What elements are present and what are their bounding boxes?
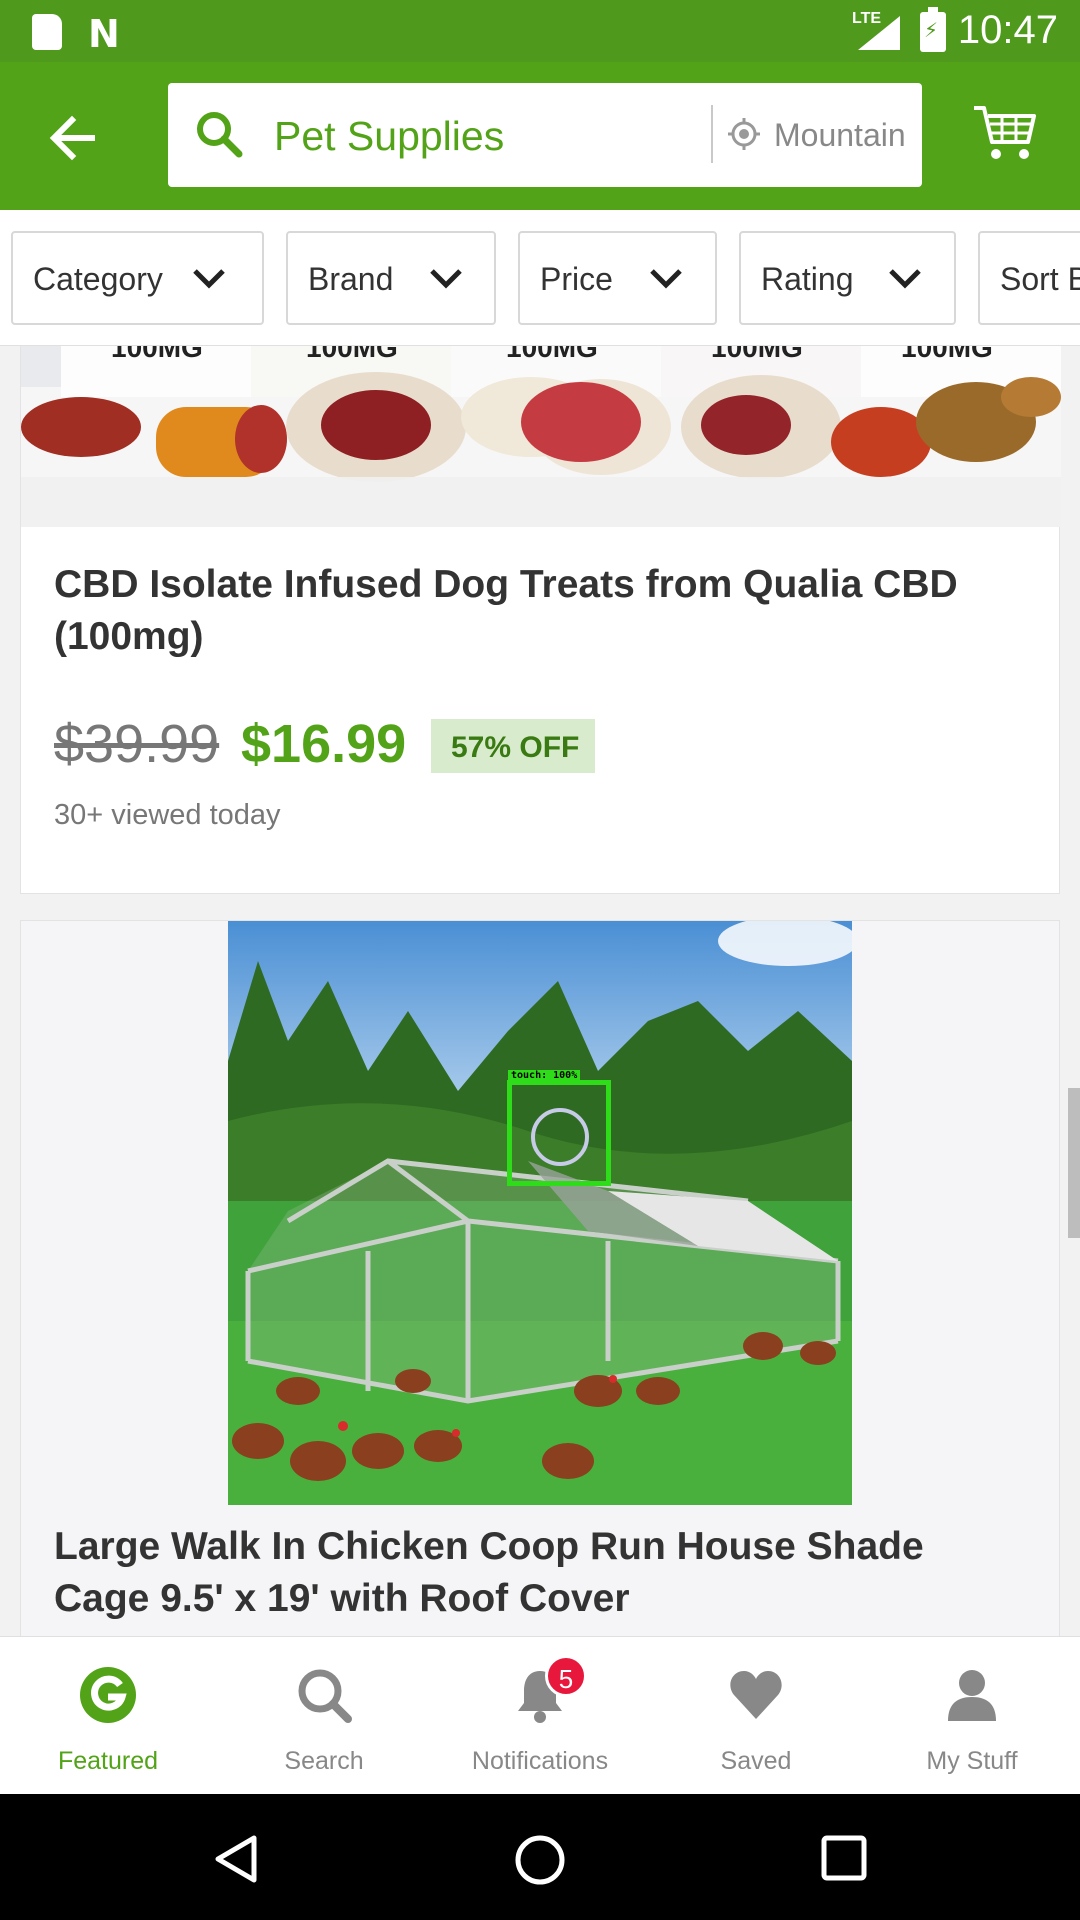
system-nav-bar [0,1794,1080,1920]
location-icon [728,118,760,150]
image-label: 100MG [306,346,398,363]
nav-label: Search [284,1747,364,1775]
filter-label: Category [33,261,163,297]
scrollbar[interactable] [1068,1088,1080,1238]
deal-title[interactable]: Large Walk In Chicken Coop Run House Sha… [54,1521,1014,1625]
recents-square-icon[interactable] [820,1834,868,1882]
notification-n-icon: N [88,12,120,56]
image-label: 100MG [111,346,203,363]
cart-icon[interactable] [972,102,1038,164]
filter-brand[interactable]: Brand [286,231,496,325]
nav-label: My Stuff [926,1747,1018,1775]
filter-label: Brand [308,261,394,297]
image-label: 100MG [506,346,598,363]
image-label: 100MG [901,346,993,363]
deal-card[interactable]: 100MG 100MG 100MG 100MG 100MG CBD Isolat… [20,346,1061,894]
viewed-count: 30+ viewed today [54,799,281,831]
nav-label: Notifications [471,1747,609,1775]
filter-price[interactable]: Price [518,231,717,325]
chevron-down-icon [650,269,682,289]
back-button[interactable] [44,110,100,166]
nav-saved[interactable]: Saved [648,1637,864,1795]
battery-charging-icon [920,7,946,52]
nav-label: Saved [720,1747,792,1775]
chevron-down-icon [193,269,225,289]
bottom-nav: Featured Search Notifications 5 Saved My… [0,1636,1080,1794]
heart-icon [730,1671,782,1719]
deal-title[interactable]: CBD Isolate Infused Dog Treats from Qual… [54,559,1014,663]
touch-indicator [507,1080,611,1186]
nav-featured[interactable]: Featured [0,1637,216,1795]
search-query[interactable]: Pet Supplies [274,113,504,160]
filter-sort-by[interactable]: Sort By [978,231,1080,325]
person-icon [948,1670,996,1721]
touch-point-icon [531,1108,589,1166]
chevron-down-icon [889,269,921,289]
filter-category[interactable]: Category [11,231,264,325]
product-image-chicken-coop[interactable] [228,921,852,1505]
search-divider [711,105,713,163]
original-price: $39.99 [54,714,220,774]
nav-my-stuff[interactable]: My Stuff [864,1637,1080,1795]
search-bar[interactable]: Pet Supplies Mountain View [168,83,922,187]
app-header: Pet Supplies Mountain View [0,62,1080,210]
search-icon [298,1669,352,1723]
nav-search[interactable]: Search [216,1637,432,1795]
chevron-down-icon [430,269,462,289]
filter-label: Price [540,261,613,297]
nav-label: Featured [57,1747,159,1775]
back-arrow-icon [49,115,95,161]
groupon-g-icon [80,1667,136,1723]
filter-bar: Category Brand Price Rating Sort By [0,210,1080,346]
signal-icon [858,16,900,50]
nav-notifications[interactable]: Notifications [432,1637,648,1795]
clock: 10:47 [957,8,1058,52]
product-image-dog-treats[interactable]: 100MG 100MG 100MG 100MG 100MG [21,346,1061,527]
location-field[interactable]: Mountain View [774,117,908,154]
notification-badge: 5 [545,1655,587,1697]
filter-label: Sort By [1000,261,1080,297]
filter-label: Rating [761,261,854,297]
filter-rating[interactable]: Rating [739,231,956,325]
deal-card[interactable]: Large Walk In Chicken Coop Run House Sha… [20,920,1060,1636]
sd-card-icon [32,14,62,50]
status-bar: N LTE 10:47 [0,0,1080,62]
back-triangle-icon[interactable] [212,1834,262,1884]
sale-price: $16.99 [241,714,407,774]
discount-badge: 57% OFF [431,719,595,773]
home-circle-icon[interactable] [514,1834,566,1886]
deal-list[interactable]: 100MG 100MG 100MG 100MG 100MG CBD Isolat… [0,346,1080,1636]
image-label: 100MG [711,346,803,363]
search-icon [197,112,243,158]
